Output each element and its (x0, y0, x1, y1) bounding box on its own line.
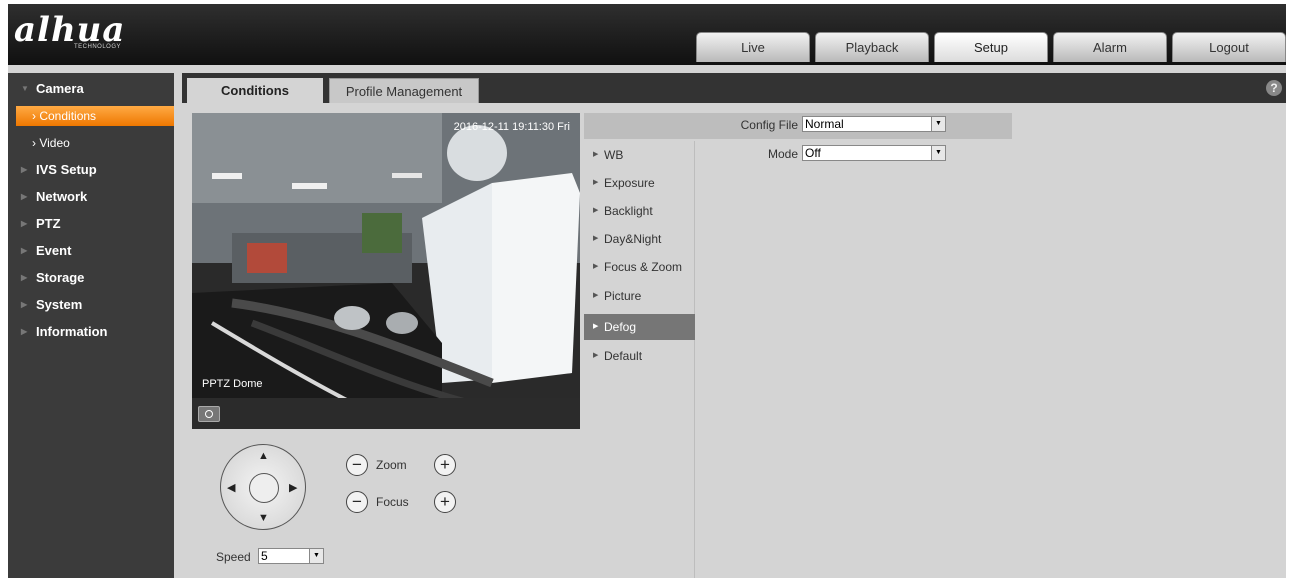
submenu-label: Picture (604, 289, 642, 303)
focus-label: Focus (376, 495, 409, 509)
collapsed-triangle-icon: ▶ (21, 219, 28, 228)
sidebar-item-ivs-setup[interactable]: ▶ IVS Setup (8, 157, 174, 183)
brand-logo: alhua (14, 10, 126, 50)
expanded-triangle-icon: ▼ (21, 84, 29, 93)
submenu-picture[interactable]: ▶ Picture (584, 283, 695, 309)
sidebar-item-system[interactable]: ▶ System (8, 292, 174, 318)
collapsed-triangle-icon: ▶ (21, 327, 28, 336)
video-channel-name: PPTZ Dome (202, 378, 263, 390)
video-timestamp: 2016-12-11 19:11:30 Fri (453, 121, 570, 133)
tab-bar: Conditions Profile Management ? (182, 73, 1286, 103)
caret-right-icon: ▶ (593, 352, 599, 359)
chevron-right-icon: › (32, 109, 36, 123)
sidebar-item-label: Storage (36, 270, 85, 285)
config-bar (584, 113, 1012, 139)
sidebar-item-label: Network (36, 189, 88, 204)
submenu-label: Focus & Zoom (604, 260, 683, 274)
sidebar-subitem-label: Video (39, 136, 70, 150)
submenu-label: Backlight (604, 204, 653, 218)
focus-in-button[interactable]: + (434, 491, 456, 513)
sidebar-subitem-video[interactable]: › Video (16, 133, 174, 153)
nav-logout[interactable]: Logout (1172, 32, 1286, 62)
snapshot-camera-icon[interactable] (198, 406, 220, 422)
caret-right-icon: ▶ (593, 151, 599, 158)
caret-right-icon: ▶ (593, 207, 599, 214)
speed-label: Speed (216, 550, 251, 564)
submenu-backlight[interactable]: ▶ Backlight (584, 198, 695, 224)
caret-right-icon: ▶ (593, 323, 599, 330)
zoom-in-button[interactable]: + (434, 454, 456, 476)
nav-setup[interactable]: Setup (934, 32, 1048, 62)
ptz-down-arrow-icon[interactable]: ▼ (258, 512, 269, 524)
sidebar-item-information[interactable]: ▶ Information (8, 319, 174, 345)
sidebar-subitem-conditions[interactable]: › Conditions (16, 106, 174, 126)
submenu-focus-zoom[interactable]: ▶ Focus & Zoom (584, 254, 695, 280)
chevron-right-icon: › (32, 136, 36, 150)
submenu-label: Defog (604, 320, 637, 334)
collapsed-triangle-icon: ▶ (21, 192, 28, 201)
caret-right-icon: ▶ (593, 292, 599, 299)
focus-out-button[interactable]: − (346, 491, 368, 513)
submenu-exposure[interactable]: ▶ Exposure (584, 170, 695, 196)
zoom-out-button[interactable]: − (346, 454, 368, 476)
sidebar-item-label: System (36, 297, 83, 312)
submenu-wb[interactable]: ▶ WB (584, 142, 695, 168)
help-icon[interactable]: ? (1266, 80, 1282, 96)
ptz-direction-pad: ▲ ▼ ◀ ▶ (220, 444, 306, 530)
collapsed-triangle-icon: ▶ (21, 273, 28, 282)
dropdown-arrow-icon: ▼ (931, 146, 945, 160)
sidebar-item-ptz[interactable]: ▶ PTZ (8, 211, 174, 237)
sidebar: ▼ Camera › Conditions › Video ▶ IVS Setu… (8, 73, 174, 578)
ptz-up-arrow-icon[interactable]: ▲ (258, 450, 269, 462)
sidebar-item-network[interactable]: ▶ Network (8, 184, 174, 210)
brand-logo-sub: TECHNOLOGY (74, 44, 122, 50)
ptz-right-arrow-icon[interactable]: ▶ (289, 481, 297, 494)
sidebar-item-label: Information (36, 324, 108, 339)
caret-right-icon: ▶ (593, 179, 599, 186)
nav-playback[interactable]: Playback (815, 32, 929, 62)
submenu-default[interactable]: ▶ Default (584, 343, 695, 369)
nav-alarm[interactable]: Alarm (1053, 32, 1167, 62)
app-frame: alhua TECHNOLOGY Live Playback Setup Ala… (8, 4, 1286, 578)
submenu-label: Exposure (604, 176, 655, 190)
sidebar-item-camera[interactable]: ▼ Camera (8, 76, 174, 102)
submenu-label: Day&Night (604, 232, 662, 246)
header-bar: alhua TECHNOLOGY Live Playback Setup Ala… (8, 4, 1286, 65)
config-file-select[interactable]: Normal ▼ (802, 116, 946, 132)
nav-live[interactable]: Live (696, 32, 810, 62)
collapsed-triangle-icon: ▶ (21, 300, 28, 309)
dropdown-arrow-icon: ▼ (931, 117, 945, 131)
collapsed-triangle-icon: ▶ (21, 246, 28, 255)
ptz-left-arrow-icon[interactable]: ◀ (227, 481, 235, 494)
caret-right-icon: ▶ (593, 263, 599, 270)
collapsed-triangle-icon: ▶ (21, 165, 28, 174)
submenu-defog[interactable]: ▶ Defog (584, 314, 695, 340)
tab-profile-management[interactable]: Profile Management (329, 78, 479, 103)
zoom-label: Zoom (376, 458, 407, 472)
sidebar-item-label: Camera (36, 81, 84, 96)
mode-label: Mode (767, 147, 798, 161)
speed-value: 5 (261, 549, 268, 563)
sidebar-item-label: Event (36, 243, 72, 258)
mode-select[interactable]: Off ▼ (802, 145, 946, 161)
submenu-label: WB (604, 148, 624, 162)
dropdown-arrow-icon: ▼ (309, 549, 323, 563)
config-file-label: Config File (740, 118, 798, 132)
sidebar-item-event[interactable]: ▶ Event (8, 238, 174, 264)
sidebar-subitem-label: Conditions (39, 109, 97, 123)
sidebar-item-storage[interactable]: ▶ Storage (8, 265, 174, 291)
sidebar-item-label: IVS Setup (36, 162, 97, 177)
tab-conditions[interactable]: Conditions (187, 78, 323, 103)
mode-value: Off (805, 146, 821, 160)
submenu-day-night[interactable]: ▶ Day&Night (584, 226, 695, 252)
submenu-label: Default (604, 349, 643, 363)
ptz-center-button[interactable] (249, 473, 279, 503)
config-file-value: Normal (805, 117, 844, 131)
video-preview: 2016-12-11 19:11:30 Fri PPTZ Dome (192, 113, 580, 429)
speed-select[interactable]: 5 ▼ (258, 548, 324, 564)
sidebar-item-label: PTZ (36, 216, 61, 231)
caret-right-icon: ▶ (593, 235, 599, 242)
